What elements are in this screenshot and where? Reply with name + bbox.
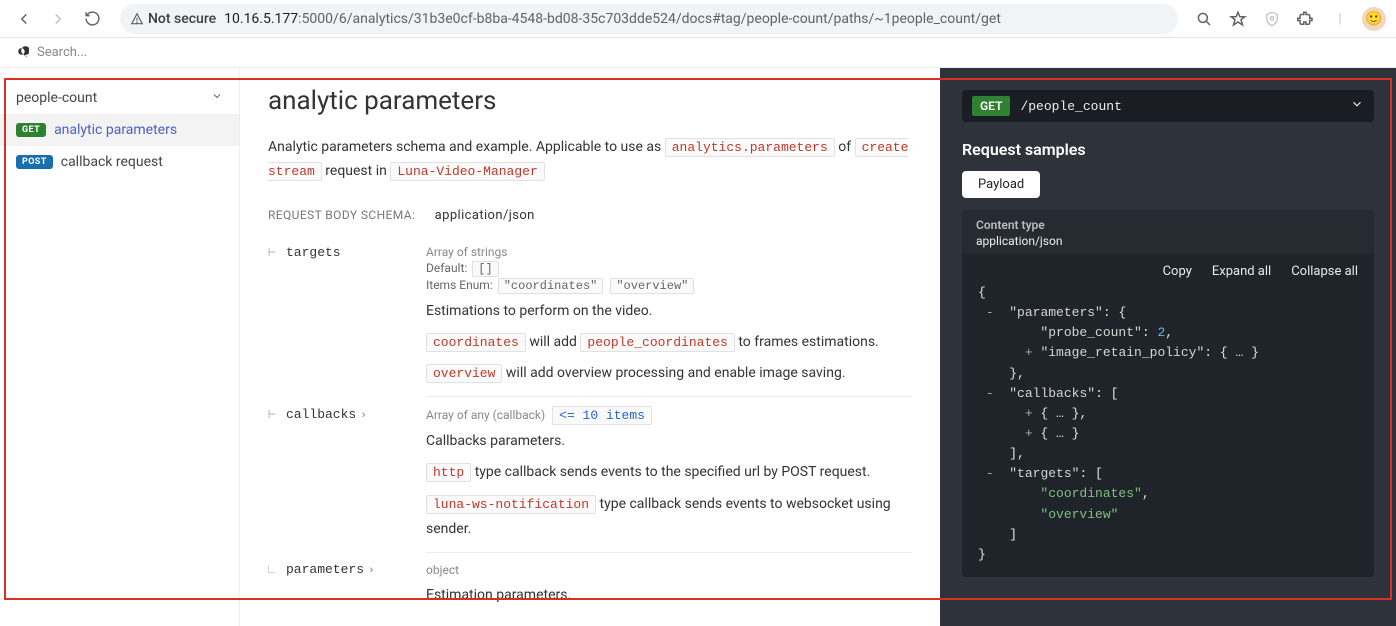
- code-chip: analytics.parameters: [665, 138, 835, 157]
- doc-search-bar[interactable]: Search...: [0, 38, 1396, 68]
- samples-heading: Request samples: [962, 140, 1374, 159]
- chevron-down-icon: [211, 90, 223, 106]
- prop-targets: ⊢targets Array of strings Default: [] It…: [268, 235, 912, 397]
- method-badge-post: POST: [16, 155, 53, 169]
- method-badge-get: GET: [16, 123, 46, 137]
- extensions-icon[interactable]: [1294, 7, 1318, 31]
- back-button[interactable]: [10, 5, 38, 33]
- search-icon: [16, 46, 29, 59]
- description: Analytic parameters schema and example. …: [268, 136, 912, 184]
- http-method: GET: [972, 96, 1010, 116]
- prop-parameters[interactable]: ∟parameters› object Estimation parameter…: [268, 552, 912, 618]
- zoom-icon[interactable]: [1192, 7, 1216, 31]
- sidebar-item-callback-request[interactable]: POST callback request: [0, 146, 239, 178]
- content-type-label: Content type: [976, 218, 1360, 232]
- bookmark-icon[interactable]: [1226, 7, 1250, 31]
- search-placeholder: Search...: [37, 45, 87, 60]
- shield-icon[interactable]: [1260, 7, 1284, 31]
- chevron-right-icon: ›: [360, 410, 367, 422]
- forward-button[interactable]: [44, 5, 72, 33]
- schema-label: REQUEST BODY SCHEMA: application/json: [268, 208, 912, 223]
- chevron-down-icon: [1350, 97, 1364, 115]
- page-title: analytic parameters: [268, 86, 912, 116]
- chevron-right-icon: ›: [368, 565, 375, 577]
- sidebar-tag[interactable]: people-count: [0, 82, 239, 114]
- prop-callbacks[interactable]: ⊢callbacks› Array of any (callback) <= 1…: [268, 397, 912, 553]
- browser-toolbar: Not secure 10.16.5.177:5000/6/analytics/…: [0, 0, 1396, 38]
- security-label: Not secure: [148, 11, 216, 27]
- copy-button[interactable]: Copy: [1163, 264, 1192, 279]
- security-indicator[interactable]: Not secure: [130, 11, 216, 27]
- sidebar-item-label: analytic parameters: [54, 122, 177, 138]
- code-chip: Luna-Video-Manager: [390, 162, 544, 181]
- expand-all-button[interactable]: Expand all: [1212, 264, 1271, 279]
- sidebar-item-analytic-parameters[interactable]: GET analytic parameters: [0, 114, 239, 146]
- collapse-all-button[interactable]: Collapse all: [1291, 264, 1358, 279]
- address-bar[interactable]: Not secure 10.16.5.177:5000/6/analytics/…: [120, 4, 1178, 34]
- sidebar-item-label: callback request: [61, 154, 163, 170]
- sample-box: Content type application/json Copy Expan…: [962, 210, 1374, 577]
- content-type-value: application/json: [976, 234, 1360, 248]
- main-content: analytic parameters Analytic parameters …: [240, 68, 940, 626]
- url-text: 10.16.5.177:5000/6/analytics/31b3e0cf-b8…: [224, 11, 1001, 27]
- samples-panel: GET /people_count Request samples Payloa…: [940, 68, 1396, 626]
- endpoint-path: /people_count: [1020, 99, 1340, 114]
- endpoint-selector[interactable]: GET /people_count: [962, 90, 1374, 122]
- reload-button[interactable]: [78, 5, 106, 33]
- sidebar-tag-label: people-count: [16, 90, 97, 106]
- profile-avatar[interactable]: 🙂: [1362, 7, 1386, 31]
- json-sample[interactable]: { - "parameters": { "probe_count": 2, + …: [962, 283, 1374, 565]
- divider: |: [1328, 7, 1352, 31]
- sidebar: people-count GET analytic parameters POS…: [0, 68, 240, 626]
- schema-table: ⊢targets Array of strings Default: [] It…: [268, 235, 912, 619]
- tab-payload[interactable]: Payload: [962, 171, 1040, 198]
